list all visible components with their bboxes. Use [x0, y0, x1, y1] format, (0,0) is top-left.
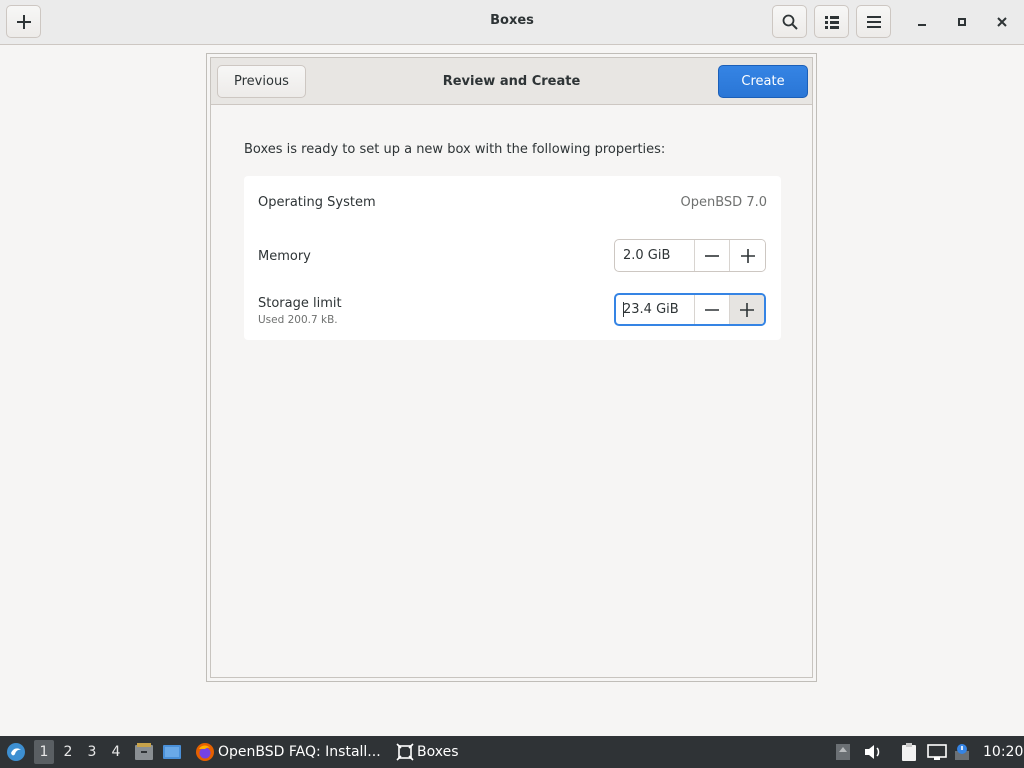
network-icon — [927, 744, 947, 760]
main-menu-button[interactable] — [856, 5, 891, 38]
review-dialog: Previous Review and Create Create Boxes … — [206, 53, 817, 682]
taskbar: 1 2 3 4 OpenBSD FAQ: Install... Boxes 10… — [0, 736, 1024, 768]
dialog-body: Previous Review and Create Create Boxes … — [210, 57, 813, 678]
task-firefox-label: OpenBSD FAQ: Install... — [218, 744, 381, 760]
maximize-button[interactable] — [950, 10, 974, 34]
tray-network[interactable] — [927, 736, 947, 768]
intro-text: Boxes is ready to set up a new box with … — [244, 142, 666, 157]
view-toggle-button[interactable] — [814, 5, 849, 38]
storage-used-text: Used 200.7 kB. — [258, 314, 338, 326]
workspace-1[interactable]: 1 — [34, 740, 54, 764]
storage-decrease-button[interactable] — [694, 295, 730, 324]
close-button[interactable] — [990, 10, 1014, 34]
memory-spinner[interactable]: 2.0 GiB — [614, 239, 766, 272]
list-view-icon — [824, 15, 839, 29]
storage-value: 23.4 GiB — [623, 302, 679, 317]
plus-icon — [740, 248, 755, 263]
storage-input[interactable]: 23.4 GiB — [616, 295, 695, 324]
task-boxes[interactable]: Boxes — [396, 736, 459, 768]
minimize-button[interactable] — [910, 10, 934, 34]
os-value: OpenBSD 7.0 — [680, 195, 767, 210]
task-boxes-label: Boxes — [417, 744, 459, 760]
os-label: Operating System — [258, 195, 376, 210]
start-menu-button[interactable] — [4, 736, 28, 768]
hamburger-menu-icon — [866, 15, 881, 28]
maximize-icon — [958, 18, 966, 26]
tray-notifications[interactable] — [954, 736, 970, 768]
close-icon — [997, 17, 1007, 27]
file-manager-launcher[interactable] — [134, 736, 154, 768]
memory-decrease-button[interactable] — [695, 240, 731, 271]
storage-spinner[interactable]: 23.4 GiB — [614, 293, 766, 326]
memory-increase-button[interactable] — [730, 240, 765, 271]
tray-clipboard[interactable] — [900, 736, 918, 768]
minus-icon — [705, 254, 720, 257]
boxes-icon — [396, 743, 414, 761]
desktop-icon — [163, 745, 181, 759]
workspace-2[interactable]: 2 — [58, 736, 78, 768]
clock[interactable]: 10:20 — [983, 736, 1023, 768]
minus-icon — [704, 308, 719, 311]
firefox-icon — [196, 743, 214, 761]
speaker-icon — [865, 745, 880, 759]
tray-updates[interactable] — [835, 736, 851, 768]
header-bar: Boxes — [0, 0, 1024, 45]
storage-label: Storage limit — [258, 296, 342, 311]
tray-volume[interactable] — [864, 736, 882, 768]
clipboard-icon — [902, 743, 916, 761]
workspace-4[interactable]: 4 — [106, 736, 126, 768]
plus-icon — [739, 302, 754, 317]
search-button[interactable] — [772, 5, 807, 38]
workspace-3[interactable]: 3 — [82, 736, 102, 768]
memory-label: Memory — [258, 249, 311, 264]
update-arrow-icon — [836, 744, 850, 760]
distro-logo-icon — [7, 743, 25, 761]
minimize-icon — [918, 24, 926, 26]
memory-input[interactable]: 2.0 GiB — [615, 240, 696, 271]
properties-list: Operating System OpenBSD 7.0 Memory 2.0 … — [244, 176, 781, 340]
create-button[interactable]: Create — [718, 65, 808, 98]
file-cabinet-icon — [135, 743, 153, 760]
task-firefox[interactable]: OpenBSD FAQ: Install... — [195, 736, 381, 768]
dialog-header: Previous Review and Create Create — [211, 58, 812, 105]
desktop-launcher[interactable] — [162, 736, 182, 768]
notification-icon — [955, 744, 969, 760]
search-icon — [782, 14, 798, 30]
storage-increase-button[interactable] — [729, 295, 764, 324]
